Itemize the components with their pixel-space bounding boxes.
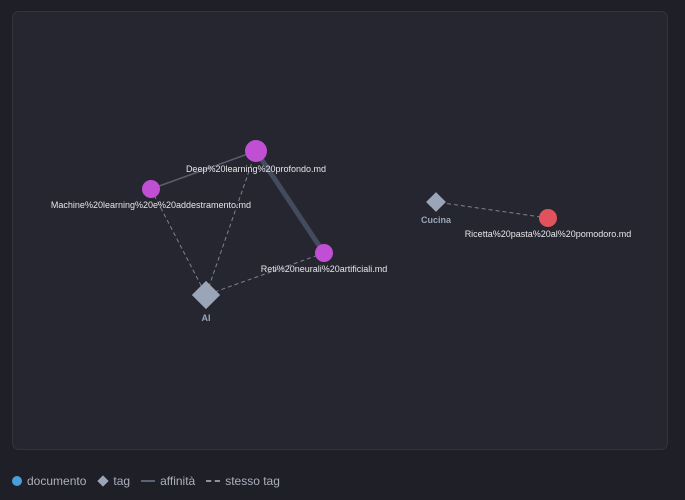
- legend-item-tag: tag: [97, 474, 130, 488]
- node-label-deep-learning: Deep%20learning%20profondo.md: [186, 164, 326, 174]
- legend-item-stesso-tag: stesso tag: [206, 474, 280, 488]
- node-machine-learning[interactable]: [142, 180, 160, 198]
- document-dot-icon: [12, 476, 22, 486]
- node-label-reti-neurali: Reti%20neurali%20artificiali.md: [261, 264, 388, 274]
- edge-ricetta-cucina: [435, 201, 549, 219]
- legend-item-affinita: affinità: [141, 474, 195, 488]
- node-label-machine-learning: Machine%20learning%20e%20addestramento.m…: [51, 200, 251, 210]
- tag-label-cucina: Cucina: [421, 215, 452, 225]
- tag-label-ai: AI: [202, 313, 211, 323]
- node-reti-neurali[interactable]: [315, 244, 333, 262]
- legend-label-tag: tag: [113, 474, 131, 488]
- tag-node-ai[interactable]: [191, 280, 221, 310]
- legend-label-stesso-tag: stesso tag: [225, 474, 280, 488]
- tag-node-cucina[interactable]: [426, 192, 446, 212]
- edge-reti-ai: [205, 252, 325, 296]
- dashed-line-icon: [206, 480, 221, 482]
- graph-canvas[interactable]: Deep%20learning%20profondo.md Machine%20…: [12, 11, 668, 450]
- node-label-ricetta: Ricetta%20pasta%20al%20pomodoro.md: [465, 229, 632, 239]
- solid-line-icon: [141, 480, 156, 482]
- legend-label-affinita: affinità: [160, 474, 196, 488]
- legend-label-documento: documento: [27, 474, 87, 488]
- graph-panel[interactable]: Deep%20learning%20profondo.md Machine%20…: [12, 11, 668, 450]
- node-deep-learning[interactable]: [245, 140, 267, 162]
- legend-item-documento: documento: [12, 474, 86, 488]
- node-ricetta[interactable]: [539, 209, 557, 227]
- tag-diamond-icon: [97, 475, 110, 487]
- graph-legend: documento tag affinità stesso tag: [12, 472, 291, 490]
